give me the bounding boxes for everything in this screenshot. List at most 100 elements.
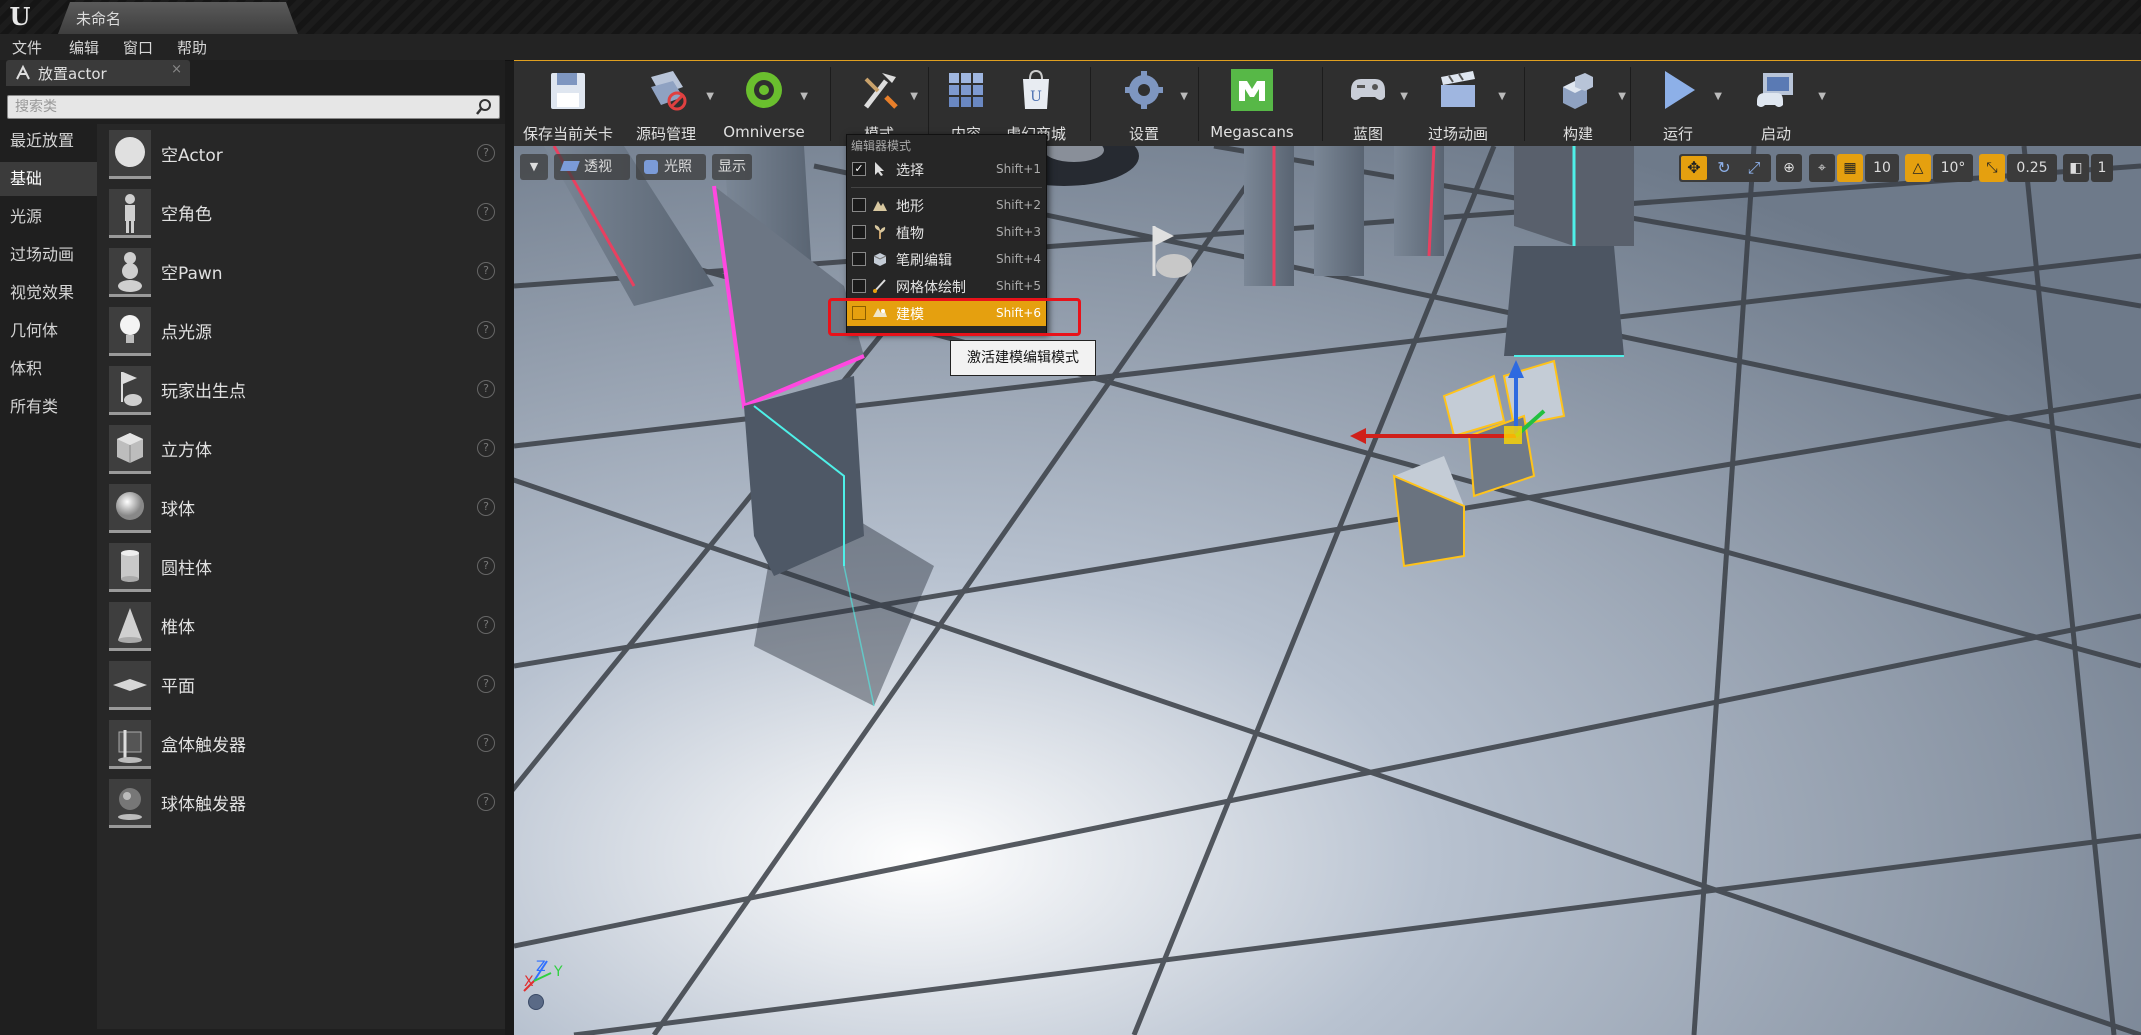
- blueprints-button[interactable]: 蓝图 ▼: [1328, 61, 1408, 147]
- list-item[interactable]: 圆柱体 ?: [97, 539, 501, 595]
- launch-button[interactable]: 启动 ▼: [1728, 61, 1826, 147]
- search-icon[interactable]: [475, 98, 493, 116]
- list-item[interactable]: 空角色 ?: [97, 185, 501, 241]
- document-tab[interactable]: 未命名: [58, 2, 298, 34]
- help-icon[interactable]: ?: [477, 144, 495, 162]
- show-flags-button[interactable]: 显示: [712, 154, 752, 180]
- help-icon[interactable]: ?: [477, 616, 495, 634]
- category-basic[interactable]: 基础: [0, 162, 97, 196]
- menu-help[interactable]: 帮助: [177, 37, 207, 58]
- viewport-options-button[interactable]: ▼: [520, 154, 548, 180]
- unreal-logo-icon[interactable]: U: [6, 3, 34, 31]
- category-volumes[interactable]: 体积: [0, 352, 97, 386]
- category-visual-effects[interactable]: 视觉效果: [0, 276, 97, 310]
- mode-landscape-item[interactable]: 地形 Shift+2: [847, 192, 1046, 218]
- scale-snap-icon[interactable]: ⤡: [1979, 154, 2005, 182]
- world-local-icon[interactable]: ⊕: [1776, 154, 1802, 182]
- help-icon[interactable]: ?: [477, 557, 495, 575]
- megascans-button[interactable]: Megascans: [1204, 61, 1300, 147]
- lit-view-mode-button[interactable]: 光照: [636, 154, 706, 180]
- chevron-down-icon[interactable]: ▼: [706, 91, 714, 102]
- category-lights[interactable]: 光源: [0, 200, 97, 234]
- cinematics-button[interactable]: 过场动画 ▼: [1410, 61, 1506, 147]
- help-icon[interactable]: ?: [477, 498, 495, 516]
- help-icon[interactable]: ?: [477, 793, 495, 811]
- list-item[interactable]: 球体 ?: [97, 480, 501, 536]
- help-icon[interactable]: ?: [477, 380, 495, 398]
- viewport-scene[interactable]: [514, 146, 2141, 1035]
- grid-snap-icon[interactable]: ▦: [1837, 154, 1863, 182]
- toolbar-separator: [830, 67, 831, 141]
- settings-button[interactable]: 设置 ▼: [1096, 61, 1192, 147]
- rotation-snap-icon[interactable]: △: [1905, 154, 1931, 182]
- chevron-down-icon[interactable]: ▼: [1498, 91, 1506, 102]
- build-icon: [1563, 73, 1593, 109]
- menu-edit[interactable]: 编辑: [69, 37, 99, 58]
- help-icon[interactable]: ?: [477, 321, 495, 339]
- translate-mode-icon[interactable]: ✥: [1681, 156, 1707, 180]
- rotation-snap-value[interactable]: 10°: [1933, 154, 1973, 182]
- toolbar-separator: [1198, 67, 1199, 141]
- checkbox[interactable]: [852, 279, 866, 293]
- chevron-down-icon[interactable]: ▼: [910, 91, 918, 102]
- play-button[interactable]: 运行 ▼: [1636, 61, 1722, 147]
- scale-mode-icon[interactable]: ⤢: [1741, 156, 1767, 180]
- mode-mesh-paint-item[interactable]: 网格体绘制 Shift+5: [847, 273, 1046, 299]
- scale-snap-value[interactable]: 0.25: [2007, 154, 2057, 182]
- list-item[interactable]: 空Actor ?: [97, 126, 501, 182]
- camera-speed-value[interactable]: 1: [2091, 154, 2113, 182]
- category-recent[interactable]: 最近放置: [0, 124, 97, 158]
- list-item[interactable]: 玩家出生点 ?: [97, 362, 501, 418]
- checkbox[interactable]: [852, 198, 866, 212]
- list-item[interactable]: 空Pawn ?: [97, 244, 501, 300]
- checkbox[interactable]: ✓: [852, 162, 866, 176]
- camera-speed-icon[interactable]: ◧: [2063, 154, 2089, 182]
- help-icon[interactable]: ?: [477, 675, 495, 693]
- list-item[interactable]: 盒体触发器 ?: [97, 716, 501, 772]
- help-icon[interactable]: ?: [477, 203, 495, 221]
- chevron-down-icon[interactable]: ▼: [1400, 91, 1408, 102]
- omniverse-button[interactable]: Omniverse ▼: [716, 61, 812, 147]
- list-item[interactable]: 点光源 ?: [97, 303, 501, 359]
- help-icon[interactable]: ?: [477, 262, 495, 280]
- class-search-box[interactable]: [7, 95, 500, 119]
- mode-select-item[interactable]: ✓ 选择 Shift+1: [847, 156, 1046, 182]
- chevron-down-icon[interactable]: ▼: [800, 91, 808, 102]
- place-actors-icon: [16, 64, 30, 80]
- category-cinematic[interactable]: 过场动画: [0, 238, 97, 272]
- place-actors-tab[interactable]: 放置actor ×: [6, 60, 190, 86]
- help-icon[interactable]: ?: [477, 734, 495, 752]
- category-geometry[interactable]: 几何体: [0, 314, 97, 348]
- list-item[interactable]: 椎体 ?: [97, 598, 501, 654]
- source-control-button[interactable]: 源码管理 ▼: [618, 61, 714, 147]
- build-button[interactable]: 构建 ▼: [1530, 61, 1626, 147]
- list-item[interactable]: 立方体 ?: [97, 421, 501, 477]
- viewport-help-icon[interactable]: [528, 994, 544, 1010]
- help-icon[interactable]: ?: [477, 439, 495, 457]
- surface-snap-icon[interactable]: ⌖: [1809, 154, 1835, 182]
- save-level-button[interactable]: 保存当前关卡: [520, 61, 616, 147]
- settings-icon: [1125, 71, 1163, 109]
- mode-brush-edit-item[interactable]: 笔刷编辑 Shift+4: [847, 246, 1046, 272]
- level-viewport[interactable]: X Z Y ▼ 透视 光照 显示 ✥ ↻ ⤢ ⊕ ⌖ ▦ 10 △ 10° ⤡ …: [514, 146, 2141, 1035]
- checkbox[interactable]: [852, 252, 866, 266]
- play-icon: [1665, 71, 1695, 109]
- chevron-down-icon[interactable]: ▼: [1818, 91, 1826, 102]
- class-search-input[interactable]: [13, 97, 457, 117]
- transform-mode-group: ✥ ↻ ⤢: [1679, 154, 1771, 182]
- mode-foliage-item[interactable]: 植物 Shift+3: [847, 219, 1046, 245]
- list-item[interactable]: 平面 ?: [97, 657, 501, 713]
- foliage-icon: [874, 225, 886, 239]
- chevron-down-icon[interactable]: ▼: [1180, 91, 1188, 102]
- menu-file[interactable]: 文件: [12, 37, 42, 58]
- close-tab-icon[interactable]: ×: [171, 62, 182, 77]
- menu-window[interactable]: 窗口: [123, 37, 153, 58]
- rotate-mode-icon[interactable]: ↻: [1711, 156, 1737, 180]
- category-all-classes[interactable]: 所有类: [0, 390, 97, 424]
- chevron-down-icon[interactable]: ▼: [1618, 91, 1626, 102]
- list-item[interactable]: 球体触发器 ?: [97, 775, 501, 831]
- perspective-button[interactable]: 透视: [554, 154, 630, 180]
- grid-snap-value[interactable]: 10: [1865, 154, 1899, 182]
- checkbox[interactable]: [852, 225, 866, 239]
- chevron-down-icon[interactable]: ▼: [1714, 91, 1722, 102]
